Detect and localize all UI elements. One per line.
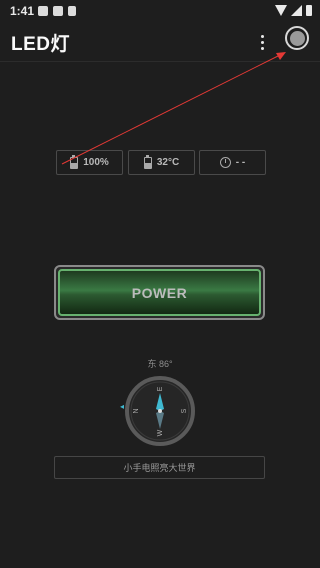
compass: N E S W (120, 371, 200, 451)
compass-dial: N E S W (125, 376, 195, 446)
status-system-icons (275, 5, 312, 16)
notification-icon (53, 6, 63, 16)
message-text: 小手电照亮大世界 (123, 463, 196, 473)
record-icon-inner (289, 30, 305, 46)
power-button-label: POWER (131, 284, 188, 301)
annotation-arrow-line (61, 54, 281, 165)
status-time: 1:41 (10, 4, 35, 18)
battery-icon (306, 5, 312, 16)
compass-heading: 东 86° (147, 359, 173, 369)
a-icon (68, 6, 76, 16)
compass-label-east: E (157, 386, 164, 391)
timer-icon (219, 157, 231, 168)
compass-label-south: S (181, 408, 188, 413)
status-bar: 1:41 (0, 0, 320, 24)
record-icon[interactable] (285, 26, 309, 50)
temperature-value: 32°C (156, 157, 180, 168)
wifi-icon (275, 5, 287, 16)
power-button[interactable]: POWER (58, 269, 261, 316)
compass-label-west: W (157, 429, 164, 436)
temperature-box: 32°C (128, 150, 195, 175)
battery-level-box: 100% (56, 150, 123, 175)
battery-level: 100% (83, 157, 109, 168)
app-title: LED灯 (11, 34, 71, 55)
thermometer-icon (143, 154, 152, 169)
app-bar-divider (0, 61, 320, 62)
compass-label-north: N (133, 408, 140, 413)
message-bar[interactable]: 小手电照亮大世界 (54, 456, 265, 479)
image-icon (38, 6, 48, 16)
power-button-frame: POWER (54, 265, 265, 320)
timer-box[interactable]: - - (199, 150, 266, 175)
timer-value: - - (235, 157, 246, 168)
battery-icon (70, 154, 79, 169)
more-vert-icon[interactable] (255, 30, 269, 54)
status-notification-icons (38, 6, 76, 16)
signal-icon (291, 5, 302, 16)
app-bar: LED灯 (0, 24, 320, 60)
